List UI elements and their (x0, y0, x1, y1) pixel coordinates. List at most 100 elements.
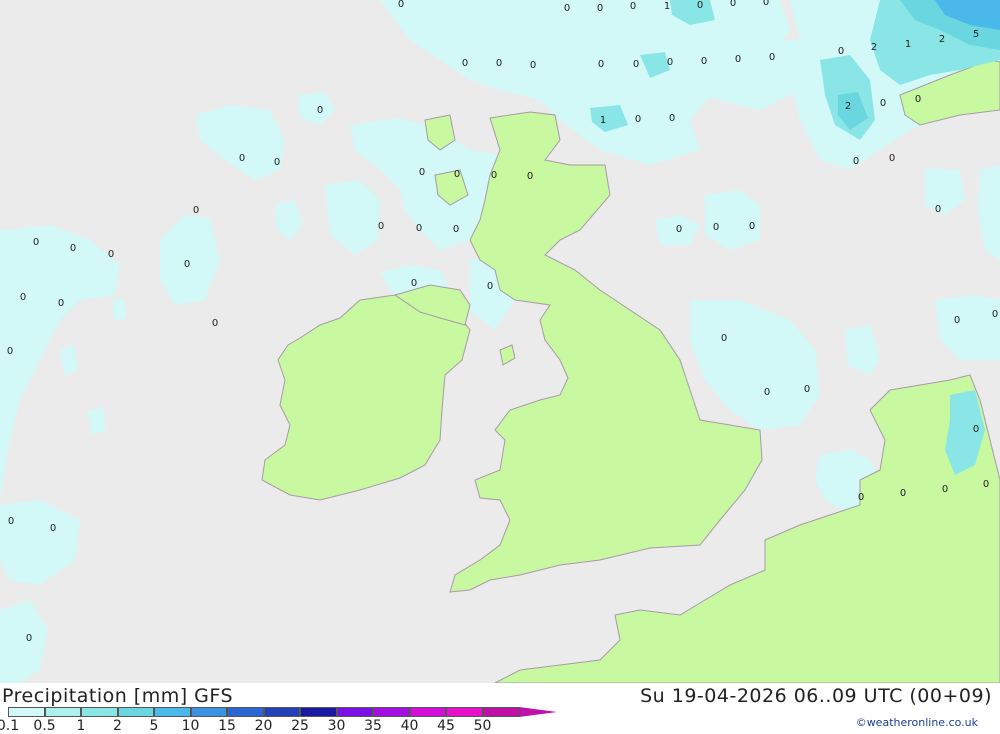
precip-value-label: 0 (635, 114, 641, 125)
precip-value-label: 0 (70, 243, 76, 254)
precip-value-label: 0 (858, 492, 864, 503)
colorbar-swatch (44, 707, 81, 717)
colorbar-label: 2 (113, 718, 122, 734)
precip-value-label: 0 (564, 3, 570, 14)
precip-value-label: 0 (496, 58, 502, 69)
precip-value-label: 0 (454, 169, 460, 180)
precipitation-map[interactable]: 0 0 0 0 1 0 0 0 0 0 0 0 0 0 0 0 0 2 1 2 5 0 2 0 0 1 0 0 0 0 0 0 0 0 0 0 0 0 0 0… (0, 0, 1000, 683)
colorbar-swatch (154, 707, 191, 717)
colorbar-swatch (227, 707, 264, 717)
precip-value-label: 0 (983, 479, 989, 490)
precip-value-label: 0 (212, 318, 218, 329)
precip-value-label: 0 (50, 523, 56, 534)
precip-value-label: 5 (973, 29, 979, 40)
precip-value-label: 0 (701, 56, 707, 67)
precip-value-label: 0 (7, 346, 13, 357)
precip-value-label: 0 (730, 0, 736, 9)
precip-value-label: 0 (419, 167, 425, 178)
precip-value-label: 2 (845, 101, 851, 112)
colorbar-swatch (300, 707, 337, 717)
precip-value-label: 0 (597, 3, 603, 14)
precip-value-label: 0 (935, 204, 941, 215)
precip-value-label: 0 (184, 259, 190, 270)
map-title: Precipitation [mm] GFS (2, 685, 234, 707)
colorbar-label: 50 (473, 718, 492, 734)
precip-value-label: 0 (749, 221, 755, 232)
precip-value-label: 0 (669, 113, 675, 124)
precip-value-label: 0 (697, 0, 703, 11)
precip-value-label: 0 (889, 153, 895, 164)
precip-value-label: 0 (598, 59, 604, 70)
colorbar-swatch (117, 707, 154, 717)
precip-value-label: 0 (462, 58, 468, 69)
precip-value-label: 0 (804, 384, 810, 395)
colorbar-label: 30 (327, 718, 346, 734)
precip-value-label: 0 (108, 249, 114, 260)
precip-value-label: 0 (763, 0, 769, 8)
colorbar-label: 10 (181, 718, 200, 734)
colorbar-swatch (409, 707, 446, 717)
colorbar-label: 45 (437, 718, 455, 734)
colorbar-label: 1 (76, 718, 86, 734)
precip-value-label: 0 (527, 171, 533, 182)
precip-value-label: 0 (992, 309, 998, 320)
precip-value-label: 0 (853, 156, 859, 167)
colorbar-swatch (190, 707, 227, 717)
colorbar-swatch (446, 707, 483, 717)
precip-value-label: 0 (764, 387, 770, 398)
colorbar-swatch (263, 707, 300, 717)
forecast-timestamp: Su 19-04-2026 06..09 UTC (00+09) (640, 685, 992, 707)
precip-value-label: 0 (193, 205, 199, 216)
colorbar-swatch (336, 707, 373, 717)
precip-value-label: 0 (880, 98, 886, 109)
precip-value-label: 0 (26, 633, 32, 644)
precip-value-label: 0 (838, 46, 844, 57)
colorbar-label: 15 (218, 718, 236, 734)
precip-value-label: 0 (58, 298, 64, 309)
precip-value-label: 0 (491, 170, 497, 181)
precip-value-label: 0 (20, 292, 26, 303)
precip-value-label: 0 (274, 157, 280, 168)
precip-value-label: 0 (416, 223, 422, 234)
colorbar-label: 0.5 (33, 718, 56, 734)
precip-value-label: 0 (378, 221, 384, 232)
precip-value-label: 0 (411, 278, 417, 289)
precip-value-label: 0 (942, 484, 948, 495)
colorbar-label: 20 (254, 718, 273, 734)
precip-value-label: 0 (721, 333, 727, 344)
colorbar-label: 5 (149, 718, 159, 734)
map-footer: Precipitation [mm] GFS Su 19-04-2026 06.… (0, 683, 1000, 734)
precip-value-label: 0 (239, 153, 245, 164)
colorbar-swatch (373, 707, 410, 717)
colorbar-label: 0.1 (0, 718, 20, 734)
precip-value-label: 1 (905, 39, 911, 50)
precip-value-label: 0 (915, 94, 921, 105)
precip-value-label: 2 (871, 42, 877, 53)
precip-value-label: 0 (973, 424, 979, 435)
colorbar-swatch (81, 707, 118, 717)
colorbar-swatch (482, 707, 519, 717)
colorbar-label: 25 (291, 718, 309, 734)
precip-value-label: 0 (954, 315, 960, 326)
precip-value-label: 2 (939, 34, 945, 45)
precip-value-label: 1 (664, 1, 670, 12)
precip-value-label: 0 (667, 57, 673, 68)
credit-link[interactable]: ©weatheronline.co.uk (856, 716, 978, 729)
colorbar-swatch (8, 707, 45, 717)
precip-value-label: 0 (630, 1, 636, 12)
precip-value-label: 0 (530, 60, 536, 71)
precip-value-label: 0 (735, 54, 741, 65)
precip-value-label: 0 (487, 281, 493, 292)
precip-value-label: 0 (900, 488, 906, 499)
precip-value-label: 0 (8, 516, 14, 527)
precip-value-label: 0 (769, 52, 775, 63)
precip-value-label: 0 (713, 222, 719, 233)
precip-value-label: 0 (317, 105, 323, 116)
precip-value-label: 1 (600, 115, 606, 126)
precip-value-label: 0 (676, 224, 682, 235)
precip-value-label: 0 (633, 59, 639, 70)
colorbar-label: 35 (364, 718, 382, 734)
precip-value-label: 0 (398, 0, 404, 10)
precip-value-label: 0 (33, 237, 39, 248)
colorbar-label: 40 (400, 718, 419, 734)
